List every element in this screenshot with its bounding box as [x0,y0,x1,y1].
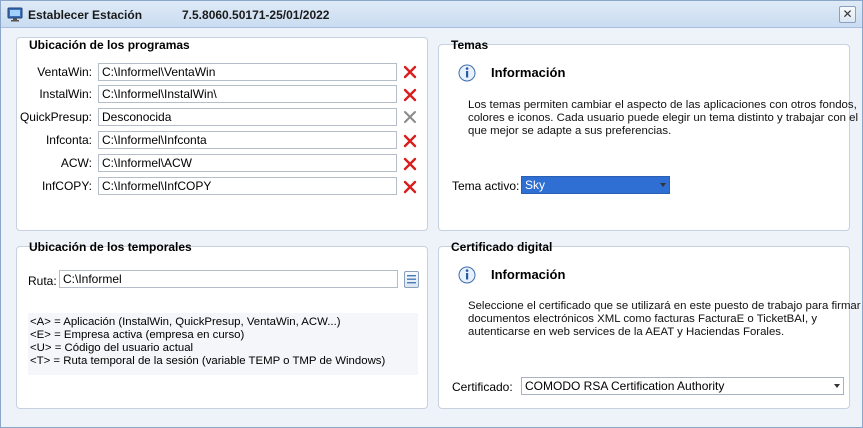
clear-path-icon[interactable] [403,65,417,79]
certificado-select[interactable]: COMODO RSA Certification Authority [521,377,844,395]
programs-panel-title: Ubicación de los programas [29,38,190,52]
clear-path-icon[interactable] [403,157,417,171]
program-path-field[interactable]: C:\Informel\VentaWin [98,63,397,81]
info-icon [458,64,476,82]
temporales-panel-title: Ubicación de los temporales [29,240,192,254]
ruta-label: Ruta: [28,274,57,288]
placeholder-legend: <A> = Aplicación (InstalWin, QuickPresup… [28,313,418,375]
certificado-info-line: Seleccione el certificado que se utiliza… [468,300,861,312]
certificado-info-line: documentos electrónicos XML como factura… [468,313,818,325]
info-icon [458,266,476,284]
program-path-field[interactable]: Desconocida [98,108,397,126]
title-bar[interactable]: Establecer Estación 7.5.8060.50171-25/01… [1,1,862,28]
certificado-label: Certificado: [452,380,513,394]
tema-activo-select[interactable]: Sky [521,176,670,194]
certificado-value: COMODO RSA Certification Authority [525,379,725,393]
monitor-icon [7,7,23,22]
folder-browse-icon [407,275,416,284]
ruta-field[interactable]: C:\Informel [59,270,398,288]
program-label: InstalWin: [39,87,92,101]
program-label: ACW: [60,156,92,170]
browse-button[interactable] [404,271,419,288]
temas-panel-title: Temas [451,38,489,52]
certificado-info-line: autenticarse en web services de la AEAT … [468,326,785,338]
clear-path-icon[interactable] [403,88,417,102]
window-title: Establecer Estación [28,8,143,22]
program-label: QuickPresup: [19,110,92,124]
legend-line: <U> = Código del usuario actual [30,342,194,354]
program-path-field[interactable]: C:\Informel\ACW [98,154,397,172]
legend-line: <A> = Aplicación (InstalWin, QuickPresup… [30,316,341,328]
temas-info-line: Los temas permiten cambiar el aspecto de… [468,99,857,111]
tema-activo-value: Sky [525,178,546,192]
program-path-field[interactable]: C:\Informel\InfCOPY [98,177,397,195]
version-label: 7.5.8060.50171-25/01/2022 [182,8,330,22]
legend-line: <E> = Empresa activa (empresa en curso) [30,329,245,341]
program-path-field[interactable]: C:\Informel\Infconta [98,131,397,149]
chevron-down-icon [660,183,666,187]
close-button[interactable]: ✕ [839,6,856,23]
legend-line: <T> = Ruta temporal de la sesión (variab… [30,355,386,367]
temas-info-line: colores e iconos. Cada usuario puede ele… [468,112,859,124]
program-label: Infconta: [45,133,92,147]
program-label: VentaWin: [37,65,92,79]
program-path-field[interactable]: C:\Informel\InstalWin\ [98,85,397,103]
certificado-info-title: Información [491,267,566,282]
tema-activo-label: Tema activo: [452,179,520,193]
chevron-down-icon [834,384,840,388]
dialog-window: Establecer Estación 7.5.8060.50171-25/01… [0,0,863,428]
temas-info-title: Información [491,65,566,80]
certificado-panel-title: Certificado digital [451,240,553,254]
clear-path-icon[interactable] [403,180,417,194]
close-icon: ✕ [842,7,853,21]
temas-info-line: que mejor se adapte a sus preferencias. [468,125,672,137]
clear-path-icon-disabled [404,111,416,123]
clear-path-icon[interactable] [403,134,417,148]
program-label: InfCOPY: [41,179,92,193]
